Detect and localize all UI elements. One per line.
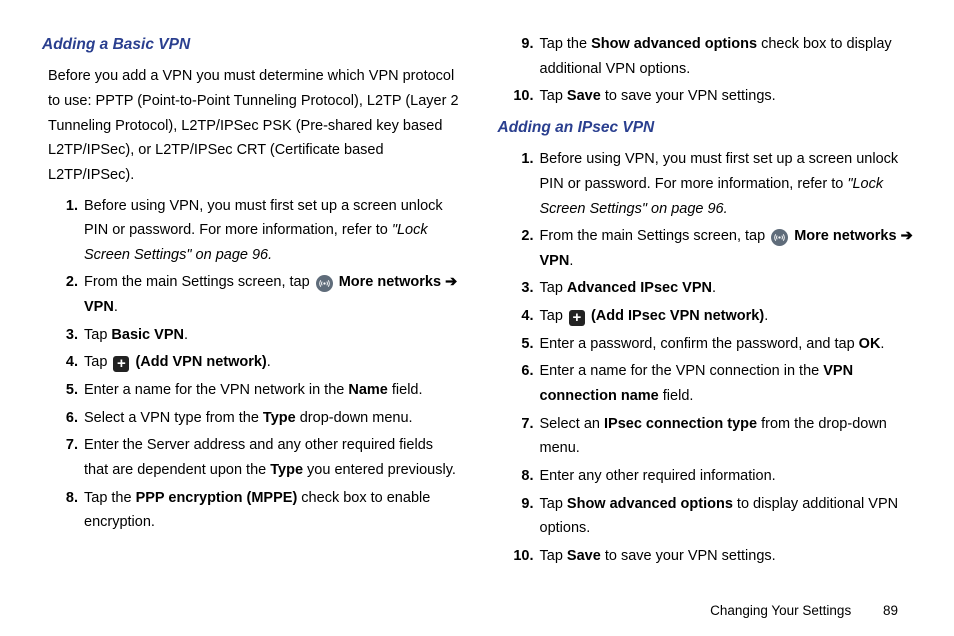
step-9: Tap the Show advanced options check box … [534, 32, 915, 81]
bold-name: Name [348, 382, 388, 398]
step-text: Enter a password, confirm the password, … [540, 336, 859, 352]
bold-save: Save [567, 548, 601, 564]
step-text-tail: field. [659, 388, 694, 404]
step-text: Select a VPN type from the [84, 410, 263, 426]
step-7: Enter the Server address and any other r… [78, 433, 459, 482]
page-footer: Changing Your Settings 89 [710, 603, 898, 618]
step-text: From the main Settings screen, tap [540, 228, 770, 244]
rstep-10: Tap Save to save your VPN settings. [534, 544, 915, 569]
step-text: Enter any other required information. [540, 468, 776, 484]
step-text: Tap [540, 548, 567, 564]
rstep-5: Enter a password, confirm the password, … [534, 332, 915, 357]
step-text: Enter a name for the VPN network in the [84, 382, 348, 398]
bold-add-ipsec: (Add IPsec VPN network) [591, 308, 764, 324]
bold-more-networks: More networks [339, 274, 441, 290]
step-text-tail: to save your VPN settings. [601, 548, 776, 564]
step-text-tail: to save your VPN settings. [601, 88, 776, 104]
step-10: Tap Save to save your VPN settings. [534, 84, 915, 109]
rstep-9: Tap Show advanced options to display add… [534, 492, 915, 541]
arrow-icon: ➔ [445, 274, 457, 290]
rstep-2: From the main Settings screen, tap More … [534, 224, 915, 273]
step-text: Tap the [540, 36, 592, 52]
rstep-4: Tap + (Add IPsec VPN network). [534, 304, 915, 329]
bold-type: Type [270, 462, 303, 478]
basic-vpn-steps-cont: Tap the Show advanced options check box … [504, 32, 915, 109]
step-text: Before using VPN, you must first set up … [84, 198, 443, 239]
arrow-icon: ➔ [901, 228, 913, 244]
bold-basic-vpn: Basic VPN [111, 327, 184, 343]
page-number: 89 [883, 603, 898, 618]
bold-adv-ipsec: Advanced IPsec VPN [567, 280, 712, 296]
bold-show-adv: Show advanced options [567, 496, 733, 512]
step-text-tail: you entered previously. [303, 462, 456, 478]
bold-ipsec-type: IPsec connection type [604, 416, 757, 432]
bold-show-adv: Show advanced options [591, 36, 757, 52]
step-text: Tap [540, 88, 567, 104]
left-column: Adding a Basic VPN Before you add a VPN … [48, 32, 459, 572]
step-text: Tap the [84, 490, 136, 506]
step-2: From the main Settings screen, tap More … [78, 270, 459, 319]
step-text-tail: drop-down menu. [296, 410, 413, 426]
step-text: Enter a name for the VPN connection in t… [540, 363, 824, 379]
rstep-8: Enter any other required information. [534, 464, 915, 489]
wireless-icon [771, 229, 788, 246]
step-text: Tap [84, 327, 111, 343]
step-text: Tap [540, 496, 567, 512]
step-text: Select an [540, 416, 605, 432]
basic-vpn-steps: Before using VPN, you must first set up … [48, 194, 459, 535]
ipsec-vpn-steps: Before using VPN, you must first set up … [504, 147, 915, 568]
footer-section: Changing Your Settings [710, 603, 851, 618]
bold-add-vpn: (Add VPN network) [135, 354, 266, 370]
step-1: Before using VPN, you must first set up … [78, 194, 459, 268]
step-text: From the main Settings screen, tap [84, 274, 314, 290]
bold-more-networks: More networks [794, 228, 896, 244]
bold-ok: OK [859, 336, 881, 352]
right-column: Tap the Show advanced options check box … [504, 32, 915, 572]
step-text: Tap [540, 280, 567, 296]
plus-icon: + [113, 356, 129, 372]
plus-icon: + [569, 310, 585, 326]
step-text-tail: field. [388, 382, 423, 398]
step-6: Select a VPN type from the Type drop-dow… [78, 406, 459, 431]
step-text: Tap [84, 354, 111, 370]
bold-type: Type [263, 410, 296, 426]
heading-ipsec-vpn: Adding an IPsec VPN [498, 115, 915, 141]
intro-text: Before you add a VPN you must determine … [48, 64, 459, 187]
bold-vpn: VPN [84, 299, 114, 315]
bold-ppp: PPP encryption (MPPE) [136, 490, 298, 506]
bold-save: Save [567, 88, 601, 104]
wireless-icon [316, 275, 333, 292]
step-8: Tap the PPP encryption (MPPE) check box … [78, 486, 459, 535]
page-columns: Adding a Basic VPN Before you add a VPN … [48, 32, 914, 572]
step-text: Before using VPN, you must first set up … [540, 151, 899, 192]
heading-basic-vpn: Adding a Basic VPN [42, 32, 459, 58]
rstep-1: Before using VPN, you must first set up … [534, 147, 915, 221]
rstep-3: Tap Advanced IPsec VPN. [534, 276, 915, 301]
rstep-7: Select an IPsec connection type from the… [534, 412, 915, 461]
step-3: Tap Basic VPN. [78, 323, 459, 348]
bold-vpn: VPN [540, 253, 570, 269]
step-5: Enter a name for the VPN network in the … [78, 378, 459, 403]
rstep-6: Enter a name for the VPN connection in t… [534, 359, 915, 408]
step-text: Tap [540, 308, 567, 324]
step-4: Tap + (Add VPN network). [78, 350, 459, 375]
